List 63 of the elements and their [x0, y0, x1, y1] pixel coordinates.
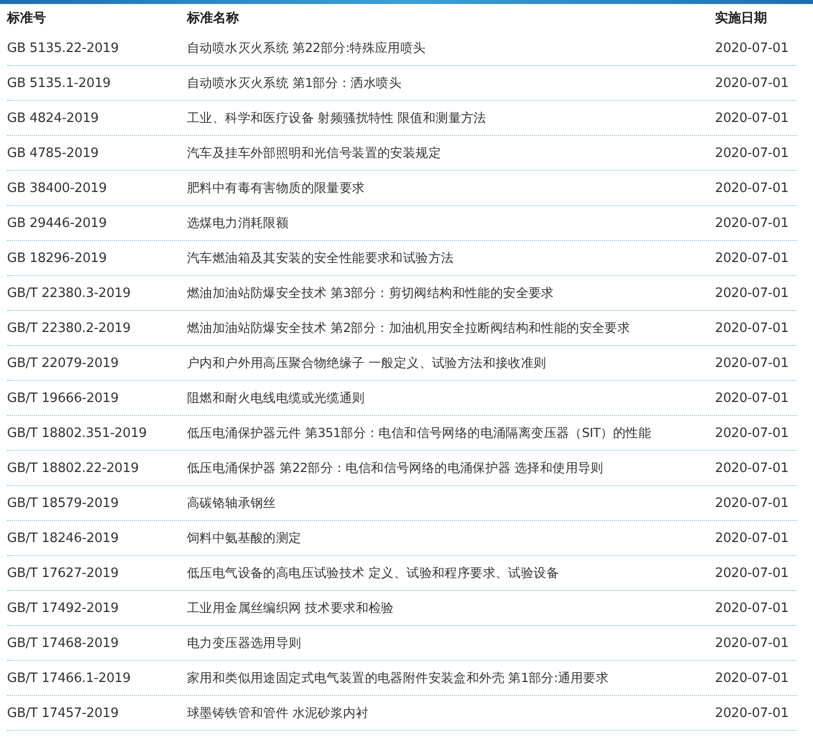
table-cell-text: GB 4785-2019	[7, 146, 100, 160]
table-cell-text: 工业、科学和医疗设备 射频骚扰特性 限值和测量方法	[187, 110, 488, 126]
table-cell-text: 选煤电力消耗限额	[187, 214, 290, 232]
table-cell-text: 家用和类似用途固定式电气装置的电器附件安装盒和外壳 第1部分:通用要求	[187, 670, 610, 686]
table-cell-text: 2020-07-01	[715, 670, 790, 686]
table-cell-text: 汽车及挂车外部照明和光信号装置的安装规定	[187, 144, 442, 162]
table-cell-text: 汽车燃油箱及其安装的安全性能要求和试验方法	[187, 250, 455, 266]
column-header: 标准名称	[187, 10, 240, 26]
table-cell-text: GB/T 17492-2019	[7, 600, 120, 616]
table-cell-text: GB/T 17627-2019	[7, 566, 120, 580]
column-header: 标准号	[7, 10, 47, 26]
table-cell-text: 2020-07-01	[715, 40, 790, 56]
table-cell-text: 自动喷水灭火系统 第1部分：洒水喷头	[187, 74, 403, 92]
table-cell-text: 高碳铬轴承钢丝	[187, 494, 277, 512]
table-cell-text: 低压电气设备的高电压试验技术 定义、试验和程序要求、试验设备	[187, 564, 560, 582]
table-cell-text: 电力变压器选用导则	[187, 634, 302, 652]
table-cell-text: GB 4824-2019	[7, 110, 100, 126]
table-cell-text: 饲料中氨基酸的测定	[187, 530, 302, 546]
table-cell-text: GB/T 18246-2019	[7, 530, 120, 546]
table-cell-text: GB/T 19666-2019	[7, 390, 120, 406]
table-cell-text: 2020-07-01	[715, 146, 790, 160]
table-cell-text: GB 5135.1-2019	[7, 76, 112, 90]
table-cell-text: GB/T 22380.2-2019	[7, 320, 132, 336]
table-cell-text: GB/T 18802.22-2019	[7, 460, 140, 476]
table-cell-text: GB/T 18802.351-2019	[7, 426, 148, 440]
table-cell-text: 2020-07-01	[715, 286, 790, 300]
table-cell-text: GB/T 22380.3-2019	[7, 286, 132, 300]
table-cell-text: 低压电涌保护器元件 第351部分：电信和信号网络的电涌隔离变压器（SIT）的性能	[187, 424, 652, 442]
table-cell-text: GB/T 17457-2019	[7, 706, 120, 720]
table-cell-text: 自动喷水灭火系统 第22部分:特殊应用喷头	[187, 40, 427, 56]
table-cell-text: 2020-07-01	[715, 390, 790, 406]
table-cell-text: 2020-07-01	[715, 636, 790, 650]
table-cell-text: 2020-07-01	[715, 110, 790, 126]
table-cell-text: 肥料中有毒有害物质的限量要求	[187, 180, 366, 196]
table-cell-text: GB 5135.22-2019	[7, 40, 120, 56]
table-cell-text: 2020-07-01	[715, 496, 790, 510]
column-header: 实施日期	[715, 10, 768, 26]
table-cell-text: GB/T 17468-2019	[7, 636, 120, 650]
table-cell-text: GB/T 22079-2019	[7, 356, 120, 370]
table-cell-text: GB/T 18579-2019	[7, 496, 120, 510]
table-cell-text: 2020-07-01	[715, 566, 790, 580]
table-cell-text: 2020-07-01	[715, 356, 790, 370]
table-cell-text: 燃油加油站防爆安全技术 第3部分：剪切阀结构和性能的安全要求	[187, 284, 555, 302]
table-cell-text: 低压电涌保护器 第22部分：电信和信号网络的电涌保护器 选择和使用导则	[187, 460, 604, 476]
table-cell-text: GB/T 17466.1-2019	[7, 670, 132, 686]
table-cell-text: 2020-07-01	[715, 320, 790, 336]
table-cell-text: 2020-07-01	[715, 76, 790, 90]
table-cell-text: GB 18296-2019	[7, 250, 108, 266]
table-cell-text: 2020-07-01	[715, 216, 790, 230]
table-cell-text: 2020-07-01	[715, 250, 790, 266]
table-cell-text: GB 38400-2019	[7, 180, 108, 196]
table-cell-text: 2020-07-01	[715, 426, 790, 440]
table-cell-text: 2020-07-01	[715, 600, 790, 616]
table-cell-text: 2020-07-01	[715, 460, 790, 476]
table-cell-text: 燃油加油站防爆安全技术 第2部分：加油机用安全拉断阀结构和性能的安全要求	[187, 320, 632, 336]
table-cell-text: 2020-07-01	[715, 530, 790, 546]
table-cell-text: 2020-07-01	[715, 706, 790, 720]
table-cell-text: 工业用金属丝编织网 技术要求和检验	[187, 600, 395, 616]
table-cell-text: 球墨铸铁管和管件 水泥砂浆内衬	[187, 704, 370, 722]
table-cell-text: GB 29446-2019	[7, 216, 108, 230]
table-cell-text: 阻燃和耐火电线电缆或光缆通则	[187, 390, 366, 406]
table-cell-text: 户内和户外用高压聚合物绝缘子 一般定义、试验方法和接收准则	[187, 354, 548, 372]
table-cell-text: 2020-07-01	[715, 180, 790, 196]
